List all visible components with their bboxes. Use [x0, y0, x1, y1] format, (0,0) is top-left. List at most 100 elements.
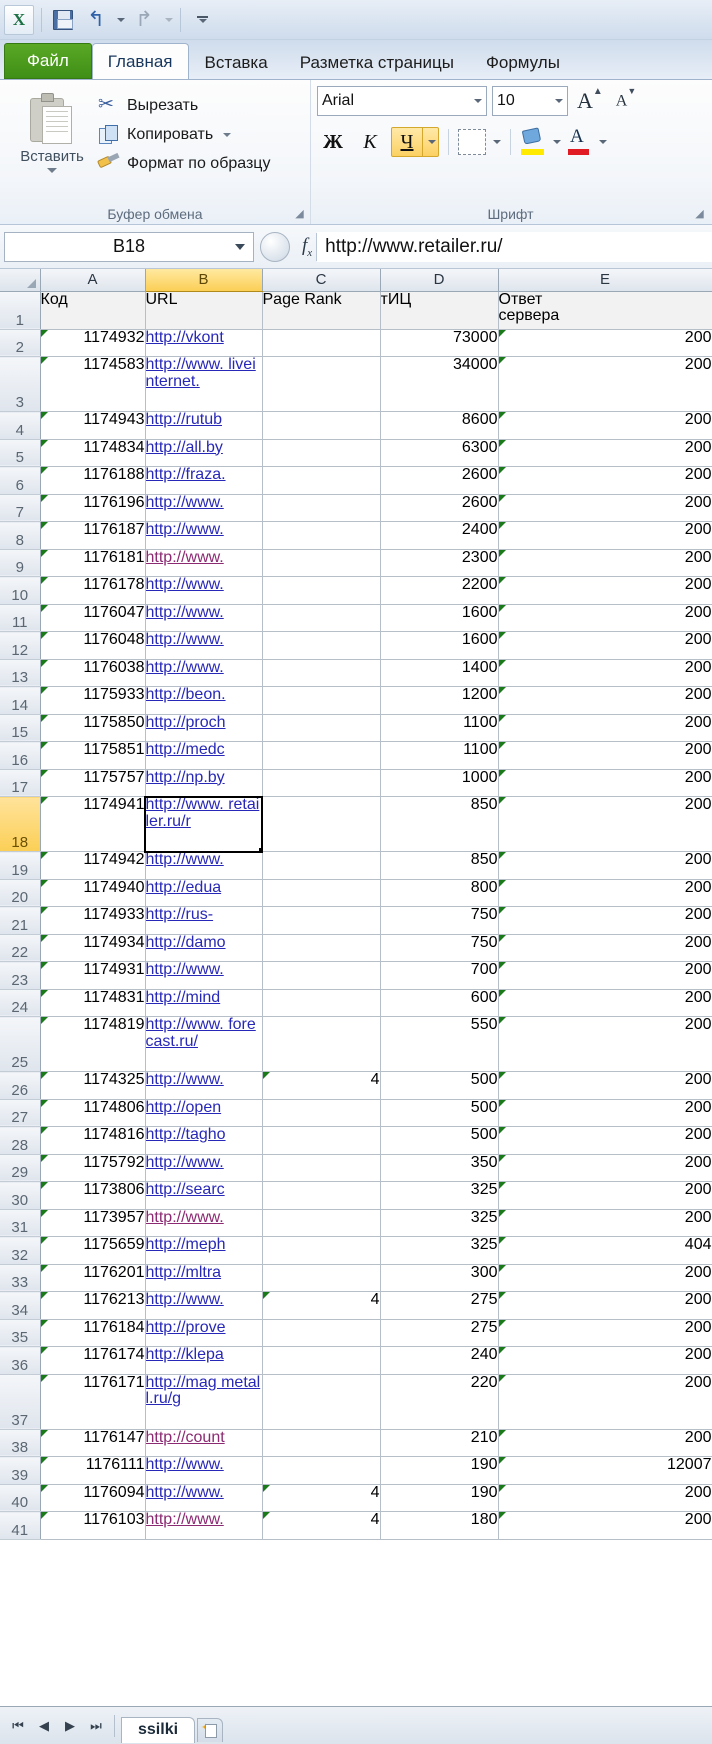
cell-D7[interactable]: 2600	[380, 494, 499, 522]
cell-A17[interactable]: 1175757	[40, 769, 146, 797]
cell-D41[interactable]: 180	[380, 1511, 499, 1540]
cell-E26[interactable]: 200	[498, 1071, 712, 1100]
hyperlink[interactable]: http://www.	[146, 659, 224, 676]
tab-page-layout[interactable]: Разметка страницы	[284, 45, 470, 79]
row-header-15[interactable]: 15	[0, 714, 41, 742]
paste-button[interactable]: Вставить	[6, 86, 98, 224]
cell-E6[interactable]: 200	[498, 466, 712, 495]
row-header-20[interactable]: 20	[0, 879, 41, 907]
cell-C40[interactable]: 4	[262, 1484, 381, 1512]
cell-B41[interactable]: http://www.	[145, 1511, 263, 1540]
cell-A25[interactable]: 1174819	[40, 1016, 146, 1072]
cell-C41[interactable]: 4	[262, 1511, 381, 1540]
cell-A36[interactable]: 1176174	[40, 1346, 146, 1375]
cell-C10[interactable]	[262, 576, 381, 605]
cell-E22[interactable]: 200	[498, 934, 712, 962]
row-header-21[interactable]: 21	[0, 906, 41, 935]
hyperlink[interactable]: http://all.by	[146, 439, 223, 456]
hyperlink[interactable]: http://damo	[146, 934, 226, 951]
row-header-40[interactable]: 40	[0, 1484, 41, 1512]
row-header-29[interactable]: 29	[0, 1154, 41, 1182]
format-painter-button[interactable]: Формат по образцу	[96, 152, 270, 174]
cell-E38[interactable]: 200	[498, 1429, 712, 1457]
hyperlink[interactable]: http://klepa	[146, 1347, 224, 1364]
hyperlink[interactable]: http://count	[146, 1429, 225, 1446]
cell-A26[interactable]: 1174325	[40, 1071, 146, 1100]
cell-D24[interactable]: 600	[380, 989, 499, 1017]
cell-E7[interactable]: 200	[498, 494, 712, 522]
cell-B27[interactable]: http://open	[145, 1099, 263, 1127]
cell-C13[interactable]	[262, 659, 381, 687]
cell-D28[interactable]: 500	[380, 1126, 499, 1155]
cell-B1[interactable]: URL	[145, 291, 263, 330]
cell-A35[interactable]: 1176184	[40, 1319, 146, 1347]
cell-A32[interactable]: 1175659	[40, 1236, 146, 1265]
cell-B9[interactable]: http://www.	[145, 549, 263, 577]
cell-B5[interactable]: http://all.by	[145, 439, 263, 467]
cell-D31[interactable]: 325	[380, 1209, 499, 1237]
worksheet-grid[interactable]: A B C D E 1 Код URL Page Rank тИЦ Ответ сервер…	[0, 269, 712, 1706]
cell-C2[interactable]	[262, 329, 381, 357]
cell-B14[interactable]: http://beon.	[145, 686, 263, 715]
hyperlink[interactable]: http://www.	[146, 577, 224, 594]
row-header-31[interactable]: 31	[0, 1209, 41, 1237]
cell-E5[interactable]: 200	[498, 439, 712, 467]
hyperlink[interactable]: http://fraza.	[146, 467, 226, 484]
row-header-6[interactable]: 6	[0, 466, 41, 495]
cell-E16[interactable]: 200	[498, 741, 712, 770]
row-header-8[interactable]: 8	[0, 521, 41, 550]
cell-E35[interactable]: 200	[498, 1319, 712, 1347]
cell-D19[interactable]: 850	[380, 851, 499, 880]
select-all-button[interactable]	[0, 269, 41, 292]
cell-A30[interactable]: 1173806	[40, 1181, 146, 1210]
cell-C18[interactable]	[262, 796, 381, 852]
hyperlink[interactable]: http://searc	[146, 1182, 225, 1199]
row-header-19[interactable]: 19	[0, 851, 41, 880]
cell-B20[interactable]: http://edua	[145, 879, 263, 907]
cell-C24[interactable]	[262, 989, 381, 1017]
cell-C7[interactable]	[262, 494, 381, 522]
cell-B38[interactable]: http://count	[145, 1429, 263, 1457]
row-header-37[interactable]: 37	[0, 1374, 41, 1430]
cell-B2[interactable]: http://vkont	[145, 329, 263, 357]
cell-A6[interactable]: 1176188	[40, 466, 146, 495]
font-color-icon[interactable]: A	[566, 126, 592, 156]
borders-icon[interactable]	[458, 129, 486, 155]
cell-C14[interactable]	[262, 686, 381, 715]
column-header-e[interactable]: E	[498, 269, 712, 292]
cell-A19[interactable]: 1174942	[40, 851, 146, 880]
cell-B3[interactable]: http://www. liveinternet.	[145, 356, 263, 412]
cell-A11[interactable]: 1176047	[40, 604, 146, 632]
cell-D3[interactable]: 34000	[380, 356, 499, 412]
cell-D22[interactable]: 750	[380, 934, 499, 962]
first-sheet-button[interactable]: ⏮	[6, 1714, 30, 1738]
row-header-7[interactable]: 7	[0, 494, 41, 522]
hyperlink[interactable]: http://www.	[146, 522, 224, 539]
last-sheet-button[interactable]: ⏭	[84, 1714, 108, 1738]
cell-B6[interactable]: http://fraza.	[145, 466, 263, 495]
cell-E39[interactable]: 12007	[498, 1456, 712, 1485]
hyperlink[interactable]: http://www. forecast.ru/	[146, 1017, 256, 1050]
row-header-10[interactable]: 10	[0, 576, 41, 605]
cell-D12[interactable]: 1600	[380, 631, 499, 660]
cell-E23[interactable]: 200	[498, 961, 712, 990]
hyperlink[interactable]: http://np.by	[146, 769, 225, 786]
cell-A39[interactable]: 1176111	[40, 1456, 146, 1485]
cell-D1[interactable]: тИЦ	[380, 291, 499, 330]
cell-D23[interactable]: 700	[380, 961, 499, 990]
prev-sheet-button[interactable]: ◀	[32, 1714, 56, 1738]
cell-D30[interactable]: 325	[380, 1181, 499, 1210]
cell-E18[interactable]: 200	[498, 796, 712, 852]
cell-A16[interactable]: 1175851	[40, 741, 146, 770]
cell-A7[interactable]: 1176196	[40, 494, 146, 522]
row-header-22[interactable]: 22	[0, 934, 41, 962]
cell-C22[interactable]	[262, 934, 381, 962]
cell-E34[interactable]: 200	[498, 1291, 712, 1320]
insert-worksheet-button[interactable]: ✦	[197, 1717, 224, 1742]
cell-D39[interactable]: 190	[380, 1456, 499, 1485]
cell-B40[interactable]: http://www.	[145, 1484, 263, 1512]
tab-insert[interactable]: Вставка	[189, 45, 284, 79]
cell-D36[interactable]: 240	[380, 1346, 499, 1375]
cell-B26[interactable]: http://www.	[145, 1071, 263, 1100]
cell-A33[interactable]: 1176201	[40, 1264, 146, 1292]
